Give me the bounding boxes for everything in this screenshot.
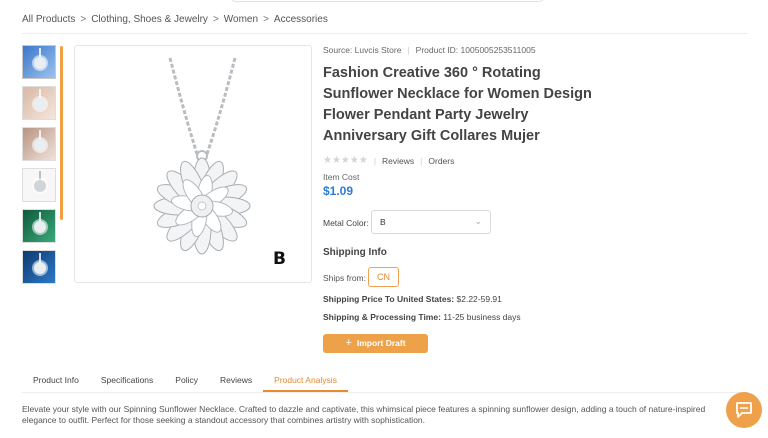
plus-icon: + <box>345 337 352 349</box>
metal-color-select[interactable]: B ⌄ <box>371 210 491 234</box>
import-draft-label: Import Draft <box>356 338 406 348</box>
breadcrumb-all-products[interactable]: All Products <box>22 14 75 25</box>
metal-color-value: B <box>380 217 386 227</box>
orders-count: Orders <box>428 155 455 166</box>
chevron-right-icon: > <box>80 14 87 25</box>
thumbnail-2[interactable] <box>22 86 56 120</box>
divider: | <box>407 45 410 55</box>
reviews-count: Reviews <box>382 155 415 166</box>
thumbnail-scrollbar[interactable] <box>60 46 63 220</box>
product-meta: Source: Luvcis Store | Product ID: 10050… <box>323 45 613 55</box>
shipping-time-value: 11-25 business days <box>443 312 521 322</box>
breadcrumb-clothing[interactable]: Clothing, Shoes & Jewelry <box>91 14 208 25</box>
chat-icon <box>736 402 752 418</box>
source-store[interactable]: Source: Luvcis Store <box>323 45 401 55</box>
product-tabs: Product Info Specifications Policy Revie… <box>22 368 348 392</box>
image-variant-badge: B <box>273 249 286 269</box>
shipping-time: Shipping & Processing Time: 11-25 busine… <box>323 312 521 322</box>
tab-product-info[interactable]: Product Info <box>22 368 90 392</box>
shipping-price: Shipping Price To United States: $2.22-5… <box>323 294 502 304</box>
thumbnail-1[interactable] <box>22 45 56 79</box>
tab-specifications[interactable]: Specifications <box>90 368 164 392</box>
tab-product-analysis[interactable]: Product Analysis <box>263 368 348 392</box>
shipping-price-value: $2.22-59.91 <box>456 294 502 304</box>
product-main-image: B <box>74 45 312 283</box>
product-id: Product ID: 1005005253511005 <box>415 45 536 55</box>
top-search-edge <box>230 0 545 2</box>
product-title: Fashion Creative 360 ° Rotating Sunflowe… <box>323 65 592 144</box>
ships-from-label: Ships from: <box>323 273 366 283</box>
product-description: Elevate your style with our Spinning Sun… <box>22 404 706 425</box>
divider: | <box>420 155 423 166</box>
metal-color-label: Metal Color: <box>323 218 369 228</box>
thumbnail-6[interactable] <box>22 250 56 284</box>
rating-row: ★★★★★ | Reviews | Orders <box>323 155 613 166</box>
chevron-right-icon: > <box>212 14 219 25</box>
shipping-info-title: Shipping Info <box>323 247 387 258</box>
tab-reviews[interactable]: Reviews <box>209 368 263 392</box>
divider <box>22 33 748 34</box>
shipping-price-label: Shipping Price To United States: <box>323 294 455 304</box>
breadcrumb-women[interactable]: Women <box>224 14 258 25</box>
tab-policy[interactable]: Policy <box>164 368 209 392</box>
breadcrumb: All Products > Clothing, Shoes & Jewelry… <box>22 14 328 25</box>
thumbnail-3[interactable] <box>22 127 56 161</box>
star-rating-icon: ★★★★★ <box>323 155 368 166</box>
chevron-down-icon: ⌄ <box>474 216 482 226</box>
divider: | <box>373 155 377 166</box>
divider <box>22 392 748 393</box>
chat-button[interactable] <box>726 392 762 428</box>
thumbnail-list <box>22 45 58 291</box>
shipping-time-label: Shipping & Processing Time: <box>323 312 441 322</box>
import-draft-button[interactable]: + Import Draft <box>323 334 428 353</box>
product-info: Source: Luvcis Store | Product ID: 10050… <box>323 45 613 166</box>
necklace-image: B <box>153 57 286 269</box>
chevron-right-icon: > <box>263 14 269 25</box>
thumbnail-4[interactable] <box>22 168 56 202</box>
item-cost-label: Item Cost <box>323 172 360 182</box>
ships-from-cn-option[interactable]: CN <box>368 267 399 287</box>
thumbnail-5[interactable] <box>22 209 56 243</box>
breadcrumb-accessories[interactable]: Accessories <box>274 14 328 25</box>
item-price: $1.09 <box>323 184 354 198</box>
